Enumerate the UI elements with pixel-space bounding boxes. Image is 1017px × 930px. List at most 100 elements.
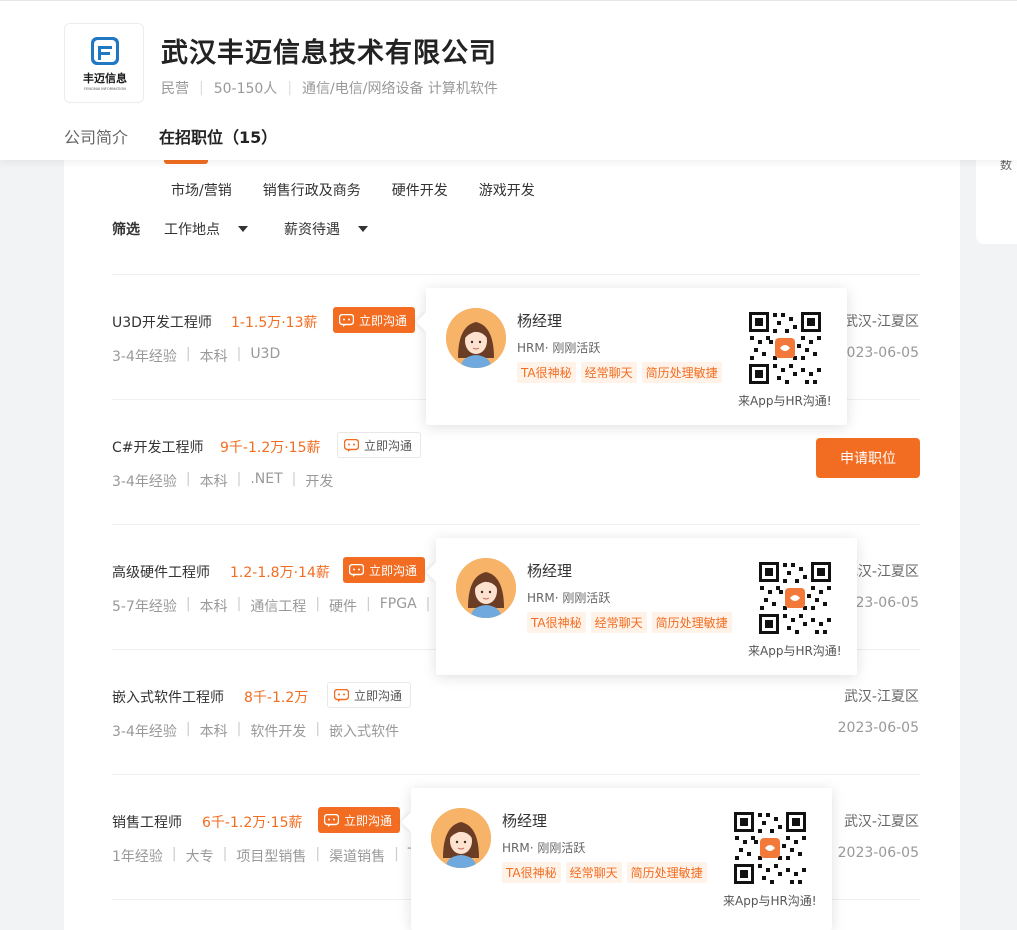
meta-separator: | — [287, 80, 293, 96]
hr-tag: TA很神秘 — [527, 612, 586, 633]
chat-now-button[interactable]: 立即沟通 — [333, 307, 416, 333]
job-salary: 1-1.5万·13薪 — [231, 315, 318, 331]
job-tag: 3-4年经验 — [112, 724, 177, 740]
job-date: 2023-06-05 — [837, 720, 919, 736]
tag-separator: | — [222, 846, 228, 862]
chat-now-label: 立即沟通 — [369, 563, 418, 578]
hr-title: HRM· 刚刚活跃 — [502, 841, 586, 855]
hr-tag: TA很神秘 — [517, 362, 576, 383]
job-title[interactable]: C#开发工程师 — [112, 437, 204, 457]
location-dropdown[interactable]: 工作地点 — [164, 219, 248, 239]
hr-title: HRM· 刚刚活跃 — [527, 591, 611, 605]
category-list: 市场/营销 销售行政及商务 硬件开发 游戏开发 — [171, 180, 566, 200]
filter-bar: 筛选 工作地点 薪资待遇 — [112, 219, 404, 239]
job-tags: 3-4年经验 | 本科 | .NET | 开发 — [112, 471, 333, 491]
job-tag: 3-4年经验 — [112, 474, 177, 490]
filter-label: 筛选 — [112, 222, 140, 238]
category-item[interactable]: 游戏开发 — [479, 180, 535, 200]
hr-avatar — [446, 308, 506, 368]
job-tag: 通信工程 — [250, 599, 307, 615]
chat-bubble-icon — [339, 313, 354, 327]
dropdown-label: 工作地点 — [164, 222, 220, 238]
job-location: 武汉-江夏区 — [843, 689, 919, 705]
logo-subtext: FENGMAI INFORMATION — [84, 87, 126, 91]
salary-dropdown[interactable]: 薪资待遇 — [284, 219, 368, 239]
job-tag: 大专 — [185, 849, 214, 865]
category-item[interactable]: 硬件开发 — [392, 180, 448, 200]
chat-bubble-icon — [344, 438, 359, 452]
job-tag: U3D — [250, 346, 281, 362]
tag-separator: | — [236, 721, 242, 737]
tag-separator: | — [315, 846, 321, 862]
tab-open-positions[interactable]: 在招职位（15） — [159, 124, 277, 148]
app-qr-code — [757, 560, 833, 636]
chat-now-button[interactable]: 立即沟通 — [337, 432, 422, 458]
app-qr-code — [732, 810, 808, 886]
job-tag: 本科 — [199, 474, 228, 490]
chat-bubble-icon — [334, 688, 349, 702]
chat-now-label: 立即沟通 — [354, 688, 403, 703]
category-item[interactable]: 销售行政及商务 — [263, 180, 361, 200]
job-tag: 3-4年经验 — [112, 349, 177, 365]
apply-position-button[interactable]: 申请职位 — [816, 438, 920, 478]
tag-separator: | — [315, 596, 321, 612]
divider — [112, 274, 920, 275]
caret-down-icon — [238, 226, 248, 232]
tag-separator: | — [236, 471, 242, 487]
job-salary: 1.2-1.8万·14薪 — [230, 565, 330, 581]
chat-now-button[interactable]: 立即沟通 — [327, 682, 412, 708]
tag-separator: | — [185, 596, 191, 612]
hr-tag: TA很神秘 — [502, 862, 561, 883]
tag-separator: | — [185, 346, 191, 362]
chat-now-button[interactable]: 立即沟通 — [343, 557, 426, 583]
job-date: 2023-06-05 — [837, 845, 919, 861]
job-title[interactable]: 高级硬件工程师 — [112, 562, 210, 582]
logo-text: 丰迈信息 — [83, 71, 127, 85]
chat-bubble-icon — [349, 563, 364, 577]
hr-tag: 简历处理敏捷 — [641, 362, 722, 383]
hr-tag: 经常聊天 — [580, 362, 637, 383]
job-tag: 项目型销售 — [236, 849, 307, 865]
tag-separator: | — [185, 471, 191, 487]
job-tags: 3-4年经验 | 本科 | U3D — [112, 346, 280, 366]
caret-down-icon — [358, 226, 368, 232]
company-name: 武汉丰迈信息技术有限公司 — [161, 38, 497, 69]
meta-separator: | — [199, 80, 204, 96]
chat-now-label: 立即沟通 — [359, 313, 408, 328]
job-tag: 本科 — [199, 599, 228, 615]
tag-separator: | — [425, 596, 431, 612]
job-tag: 本科 — [199, 724, 228, 740]
hr-avatar — [431, 808, 491, 868]
job-salary: 8千-1.2万 — [244, 690, 309, 706]
job-tags: 3-4年经验 | 本科 | 软件开发 | 嵌入式软件 — [112, 721, 399, 741]
chat-now-button[interactable]: 立即沟通 — [318, 807, 401, 833]
job-title[interactable]: 销售工程师 — [112, 812, 182, 832]
hr-avatar — [456, 558, 516, 618]
job-title[interactable]: U3D开发工程师 — [112, 312, 212, 332]
hr-tag: 经常聊天 — [590, 612, 647, 633]
job-date: 2023-06-05 — [837, 345, 919, 361]
job-title[interactable]: 嵌入式软件工程师 — [112, 687, 224, 707]
tag-separator: | — [394, 846, 399, 862]
chat-now-label: 立即沟通 — [344, 813, 393, 828]
job-tag: 渠道销售 — [329, 849, 386, 865]
hr-tags: TA很神秘 经常聊天 简历处理敏捷 — [502, 862, 712, 883]
hr-tags: TA很神秘 经常聊天 简历处理敏捷 — [517, 362, 727, 383]
company-meta: 民营 | 50-150人 | 通信/电信/网络设备 计算机软件 — [161, 78, 498, 98]
company-size: 50-150人 — [213, 81, 278, 97]
category-item[interactable]: 市场/营销 — [171, 180, 232, 200]
hr-tag: 简历处理敏捷 — [651, 612, 732, 633]
job-location: 武汉-江夏区 — [843, 814, 919, 830]
company-industry: 通信/电信/网络设备 计算机软件 — [302, 81, 498, 97]
hr-title: HRM· 刚刚活跃 — [517, 341, 601, 355]
company-type: 民营 — [161, 81, 189, 97]
tab-company-intro[interactable]: 公司简介 — [64, 124, 128, 148]
job-tag: 5-7年经验 — [112, 599, 177, 615]
tag-separator: | — [236, 596, 242, 612]
hr-tag: 简历处理敏捷 — [626, 862, 707, 883]
job-tag: 开发 — [305, 474, 334, 490]
divider — [112, 774, 920, 775]
job-salary: 6千-1.2万·15薪 — [202, 815, 303, 831]
hr-contact-popup: 杨经理 HRM· 刚刚活跃 TA很神秘 经常聊天 简历处理敏捷 来App与HR沟… — [426, 538, 857, 675]
hr-contact-popup: 杨经理 HRM· 刚刚活跃 TA很神秘 经常聊天 简历处理敏捷 来App与HR沟… — [416, 288, 847, 425]
